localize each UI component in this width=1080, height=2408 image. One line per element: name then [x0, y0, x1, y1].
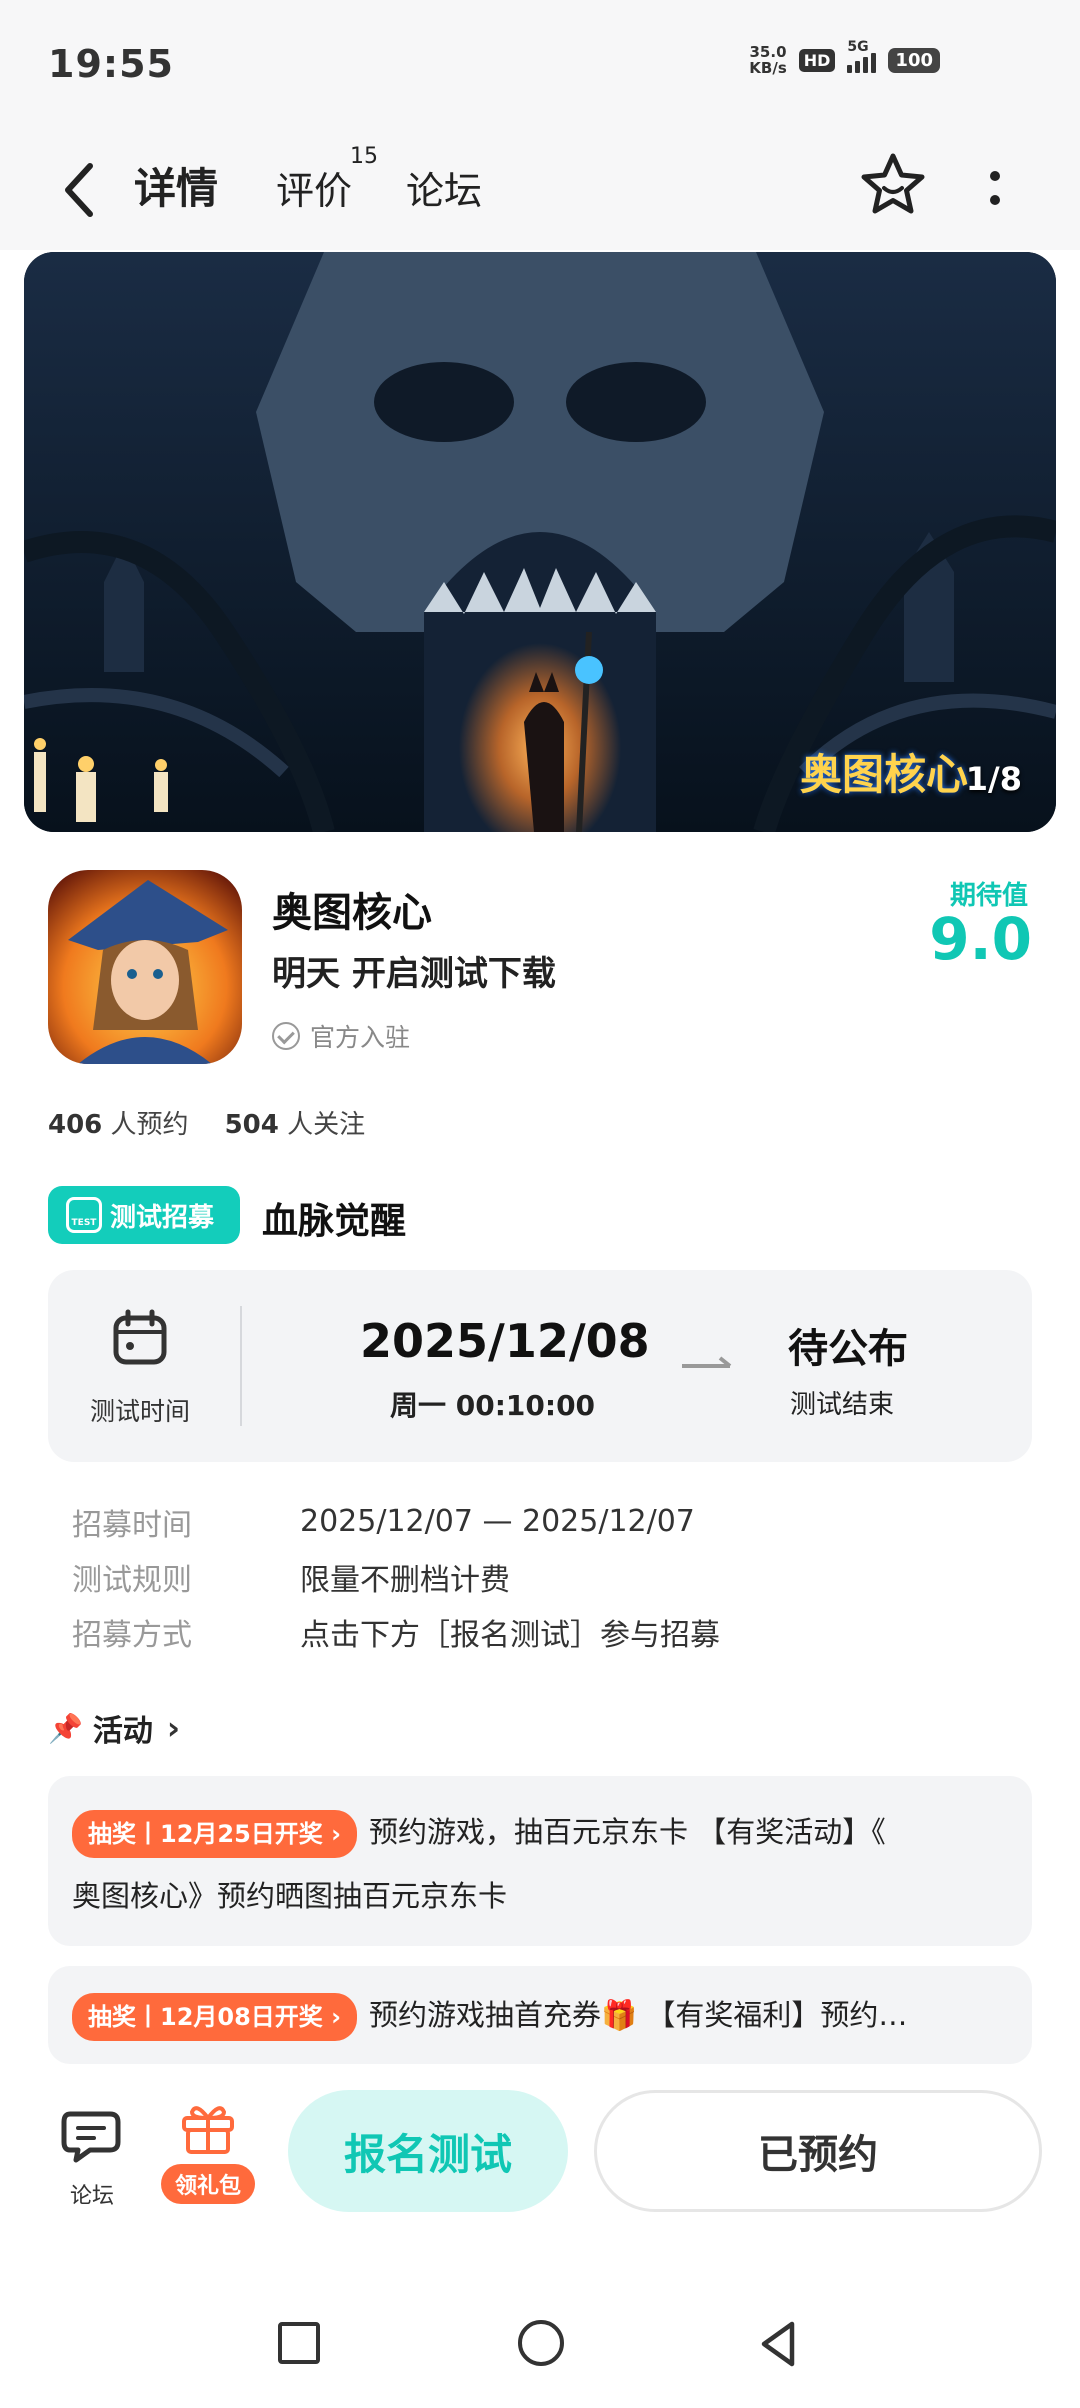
forum-button[interactable]: 论坛: [60, 2106, 124, 2210]
reservation-count: 406 人预约: [48, 1110, 189, 1140]
activity-card[interactable]: 抽奖丨12月08日开奖 › 预约游戏抽首充券🎁 【有奖福利】预约…: [48, 1966, 1032, 2064]
test-start-date: 2025/12/08: [360, 1314, 650, 1368]
test-name: 血脉觉醒: [262, 1201, 407, 1242]
signal-icon: 5G: [847, 39, 877, 73]
test-alarm-icon: TEST: [66, 1197, 102, 1233]
gift-pack-button[interactable]: 领礼包: [150, 2098, 266, 2204]
test-schedule-card: 测试时间 2025/12/08 周一 00:10:00 待公布 测试结束: [48, 1270, 1032, 1462]
recent-apps-icon[interactable]: [278, 2322, 320, 2364]
calendar-icon: [113, 1309, 167, 1365]
reserved-button[interactable]: 已预约: [594, 2090, 1042, 2212]
banner-game-logo: 奥图核心: [799, 750, 968, 799]
game-stats: 406 人预约 504 人关注: [48, 1104, 365, 1141]
banner-page-counter: 1/8: [965, 760, 1022, 798]
game-title: 奥图核心: [272, 890, 432, 936]
signup-test-button[interactable]: 报名测试: [288, 2090, 568, 2212]
tab-reviews[interactable]: 评价 15: [276, 144, 378, 215]
more-vertical-icon: [990, 171, 1000, 205]
test-info-list: 招募时间 2025/12/07 — 2025/12/07 测试规则 限量不删档计…: [72, 1494, 720, 1659]
release-status: 明天 开启测试下载: [272, 954, 556, 994]
test-end-status: 待公布: [788, 1326, 908, 1372]
status-icons: 35.0 KB/s HD 5G 100: [749, 39, 940, 77]
system-back-icon[interactable]: [756, 2318, 800, 2370]
chevron-right-icon: ›: [166, 1709, 181, 1747]
verified-check-icon: [272, 1022, 300, 1050]
back-icon: [65, 163, 93, 217]
clock: 19:55: [48, 42, 174, 86]
lottery-tag: 抽奖丨12月25日开奖 ›: [72, 1810, 358, 1858]
arrow-right-icon: [682, 1356, 732, 1368]
bottom-action-bar: 论坛 领礼包 报名测试 已预约: [0, 2068, 1080, 2298]
tab-details[interactable]: 详情: [130, 155, 223, 222]
official-badge: 官方入驻: [272, 1018, 410, 1054]
tab-forum[interactable]: 论坛: [406, 160, 482, 215]
schedule-divider: [240, 1306, 242, 1426]
battery-icon: 100: [888, 47, 940, 73]
app-icon: [48, 870, 242, 1064]
favorite-button[interactable]: [858, 150, 928, 220]
back-button[interactable]: [56, 158, 106, 222]
star-face-icon: [861, 153, 925, 214]
info-row: 招募方式 点击下方［报名测试］参与招募: [72, 1617, 720, 1653]
test-time-label: 测试时间: [90, 1397, 191, 1426]
chat-bubble-icon: [61, 2111, 121, 2163]
review-count-badge: 15: [350, 144, 379, 169]
gift-icon: [182, 2106, 234, 2154]
top-nav: 详情 评价 15 论坛: [0, 130, 1080, 250]
info-row: 招募时间 2025/12/07 — 2025/12/07: [72, 1504, 695, 1543]
pin-icon: 📌: [48, 1711, 83, 1745]
activity-card[interactable]: 抽奖丨12月25日开奖 › 预约游戏，抽百元京东卡 【有奖活动】《 奥图核心》预约…: [48, 1776, 1032, 1946]
activity-text: 预约游戏，抽百元京东卡 【有奖活动】《: [369, 1815, 886, 1849]
hd-icon: HD: [798, 48, 836, 72]
expectation-score: 9.0: [929, 905, 1032, 973]
network-speed: 35.0 KB/s: [749, 43, 787, 77]
test-end-label: 测试结束: [790, 1390, 895, 1420]
activity-text: 预约游戏抽首充券🎁 【有奖福利】预约…: [369, 1998, 908, 2032]
test-recruit-badge: TEST 测试招募: [48, 1186, 240, 1244]
lottery-tag: 抽奖丨12月08日开奖 ›: [72, 1993, 358, 2041]
system-nav-bar: [0, 2298, 1080, 2408]
activity-text-continued: 奥图核心》预约晒图抽百元京东卡: [72, 1879, 508, 1913]
info-row: 测试规则 限量不删档计费: [72, 1562, 510, 1598]
game-banner[interactable]: 奥图核心 1/8: [24, 252, 1056, 832]
follower-count: 504 人关注: [224, 1110, 366, 1140]
test-start-time: 周一 00:10:00: [390, 1389, 596, 1422]
activities-header[interactable]: 📌 活动 ›: [48, 1706, 180, 1750]
status-bar: 19:55 35.0 KB/s HD 5G 100: [0, 0, 1080, 130]
home-icon[interactable]: [518, 2320, 564, 2366]
more-button[interactable]: [975, 160, 1015, 220]
